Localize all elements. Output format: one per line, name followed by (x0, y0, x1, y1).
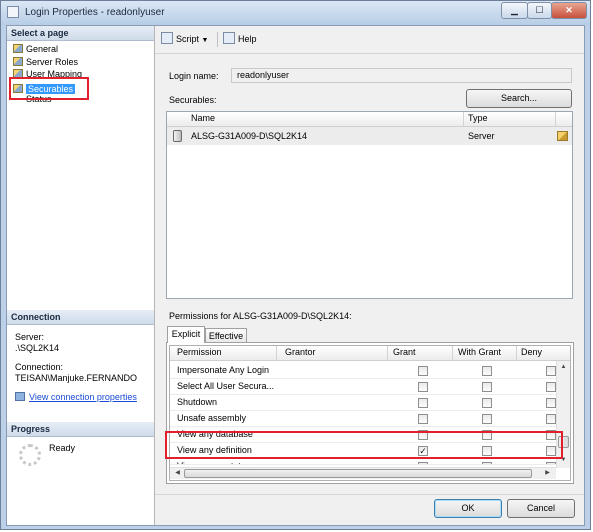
securables-highlight-box (9, 77, 89, 100)
scroll-right-icon[interactable]: ▶ (542, 468, 553, 479)
permissions-grid[interactable]: Permission Grantor Grant With Grant Deny… (169, 345, 571, 481)
with-grant-checkbox[interactable] (482, 398, 492, 408)
deny-checkbox[interactable] (546, 398, 556, 408)
grant-checkbox[interactable] (418, 462, 428, 464)
server-icon (173, 130, 182, 142)
select-page-header: Select a page (7, 26, 154, 41)
securables-label: Securables: (169, 95, 217, 105)
permissions-label: Permissions for ALSG-G31A009-D\SQL2K14: (169, 311, 352, 321)
maximize-button[interactable]: ☐ (527, 2, 552, 19)
login-name-field[interactable]: readonlyuser (231, 68, 572, 83)
page-icon (13, 69, 23, 77)
page-item-user-mapping[interactable]: User Mapping (13, 68, 82, 77)
view-any-definition-highlight-box (165, 431, 563, 459)
securables-grid-header: Name Type (167, 112, 572, 127)
minimize-button[interactable]: ▁ (501, 2, 528, 19)
deny-checkbox[interactable] (546, 462, 556, 464)
column-separator (276, 346, 277, 360)
window-title: Login Properties - readonlyuser (25, 7, 165, 18)
permissions-grid-header: Permission Grantor Grant With Grant Deny (170, 346, 570, 361)
login-name-label: Login name: (169, 71, 219, 81)
chevron-down-icon[interactable]: ▼ (202, 37, 209, 44)
progress-header: Progress (7, 422, 154, 437)
login-properties-window: Login Properties - readonlyuser ▁ ☐ ✕ Se… (0, 0, 591, 530)
column-header-deny[interactable]: Deny (521, 347, 542, 357)
securables-grid[interactable]: Name Type ALSG-G31A009-D\SQL2K14 Server (166, 111, 573, 299)
scroll-up-icon[interactable]: ▲ (558, 362, 569, 373)
deny-checkbox[interactable] (546, 382, 556, 392)
column-header-grantor[interactable]: Grantor (285, 347, 316, 357)
with-grant-checkbox[interactable] (482, 414, 492, 424)
server-label: Server: (15, 332, 45, 342)
page-icon (13, 44, 23, 53)
help-icon (223, 32, 235, 44)
left-pane: Select a page General Server Roles User … (7, 26, 155, 525)
column-separator (516, 346, 517, 360)
toolbar-separator (217, 32, 218, 47)
permission-row[interactable]: Shutdown (170, 394, 556, 411)
permission-name-cell: Select All User Secura... (177, 381, 275, 391)
connection-label: Connection: (15, 362, 64, 372)
column-separator (555, 112, 556, 126)
column-header-type[interactable]: Type (468, 113, 488, 123)
securable-name-cell: ALSG-G31A009-D\SQL2K14 (191, 131, 308, 141)
horizontal-scroll-thumb[interactable] (184, 469, 532, 478)
permission-name-cell: Shutdown (177, 397, 218, 407)
tab-explicit[interactable]: Explicit (167, 326, 205, 343)
permission-name-cell: View server state (177, 458, 246, 464)
column-separator (463, 112, 464, 126)
connection-header: Connection (7, 310, 154, 325)
script-button[interactable]: Script ▼ (161, 30, 208, 48)
search-button[interactable]: Search... (466, 89, 572, 108)
connection-properties-icon (15, 392, 25, 401)
grant-checkbox[interactable] (418, 366, 428, 376)
page-item-general[interactable]: General (13, 43, 58, 56)
securable-type-cell: Server (468, 131, 495, 141)
permissions-tab-panel: Permission Grantor Grant With Grant Deny… (166, 342, 574, 484)
connection-value: TEISAN\Manjuke.FERNANDO (15, 373, 138, 383)
ok-button[interactable]: OK (434, 499, 502, 518)
progress-spinner-icon (19, 444, 41, 466)
help-button[interactable]: Help (223, 30, 257, 48)
with-grant-checkbox[interactable] (482, 382, 492, 392)
deny-checkbox[interactable] (546, 366, 556, 376)
app-icon (7, 6, 19, 18)
server-value: .\SQL2K14 (15, 343, 60, 353)
permission-row[interactable]: View server state (170, 458, 556, 465)
cancel-button[interactable]: Cancel (507, 499, 575, 518)
with-grant-checkbox[interactable] (482, 366, 492, 376)
column-header-name[interactable]: Name (191, 113, 215, 123)
permission-row[interactable]: Select All User Secura... (170, 378, 556, 395)
with-grant-checkbox[interactable] (482, 462, 492, 464)
permission-name-cell: Impersonate Any Login (177, 365, 270, 375)
column-separator (387, 346, 388, 360)
dialog-client-area: Select a page General Server Roles User … (6, 25, 585, 526)
close-button[interactable]: ✕ (551, 2, 587, 19)
permission-row[interactable]: Unsafe assembly (170, 410, 556, 427)
deny-checkbox[interactable] (546, 414, 556, 424)
edit-properties-icon[interactable] (557, 131, 568, 141)
table-row[interactable]: ALSG-G31A009-D\SQL2K14 Server (167, 127, 572, 145)
column-header-grant[interactable]: Grant (393, 347, 416, 357)
progress-status: Ready (49, 443, 76, 453)
permission-name-cell: Unsafe assembly (177, 413, 247, 423)
grant-checkbox[interactable] (418, 414, 428, 424)
title-bar[interactable]: Login Properties - readonlyuser ▁ ☐ ✕ (1, 1, 590, 25)
scroll-left-icon[interactable]: ◀ (172, 468, 183, 479)
toolbar-divider (155, 53, 584, 54)
grant-checkbox[interactable] (418, 398, 428, 408)
page-icon (13, 57, 23, 66)
column-separator (452, 346, 453, 360)
column-header-with-grant[interactable]: With Grant (458, 347, 501, 357)
permissions-horizontal-scrollbar[interactable]: ◀ ▶ (170, 467, 556, 479)
grant-checkbox[interactable] (418, 382, 428, 392)
column-header-permission[interactable]: Permission (177, 347, 222, 357)
permission-row[interactable]: Impersonate Any Login (170, 362, 556, 379)
bottom-divider (155, 494, 584, 495)
script-icon (161, 32, 173, 44)
view-connection-properties[interactable]: View connection properties (15, 392, 137, 403)
